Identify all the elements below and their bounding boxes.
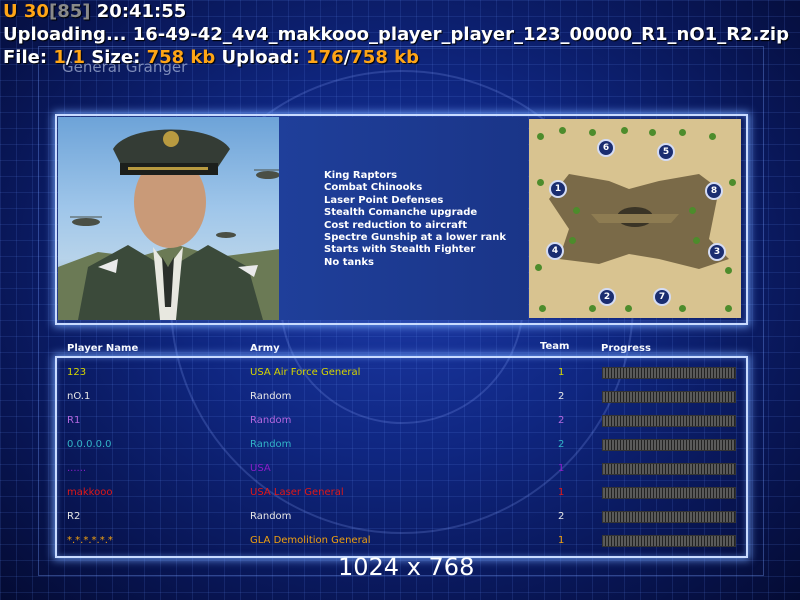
map-preview: 1 2 3 4 5 6 7 8 <box>529 119 741 318</box>
feature-item: Laser Point Defenses <box>324 194 444 206</box>
hud-size-value: 758 kb <box>146 47 216 68</box>
player-progress-bar <box>602 535 736 547</box>
hud-upload-line: Uploading... 16-49-42_4v4_makkooo_player… <box>3 24 789 45</box>
hud-file-label: File: <box>3 47 48 68</box>
start-position-3[interactable]: 3 <box>708 243 726 261</box>
player-team: 2 <box>558 511 565 522</box>
hud-clock: 20:41:55 <box>96 1 187 22</box>
hud-file-total: 1 <box>72 47 85 68</box>
player-row: 0.0.0.0.0 Random 2 <box>60 433 740 457</box>
column-header-player: Player Name <box>67 343 139 354</box>
start-position-7[interactable]: 7 <box>653 288 671 306</box>
start-position-8[interactable]: 8 <box>705 182 723 200</box>
player-name: makkooo <box>67 487 113 498</box>
feature-item: Cost reduction to aircraft <box>324 219 467 231</box>
player-row: R1 Random 2 <box>60 409 740 433</box>
player-army: Random <box>250 439 292 450</box>
player-name: *.*.*.*.*.* <box>67 535 113 546</box>
player-row: *.*.*.*.*.* GLA Demolition General 1 <box>60 529 740 553</box>
feature-item: King Raptors <box>324 170 398 181</box>
player-army: GLA Demolition General <box>250 535 371 546</box>
start-position-5[interactable]: 5 <box>657 143 675 161</box>
player-team: 1 <box>558 463 565 474</box>
hud-u-label: U <box>3 1 18 22</box>
feature-item: Spectre Gunship at a lower rank <box>324 232 507 244</box>
player-army: Random <box>250 415 292 426</box>
player-army: USA Air Force General <box>250 367 361 378</box>
player-progress-bar <box>602 463 736 475</box>
player-progress-bar <box>602 367 736 379</box>
map-terrain <box>529 119 741 318</box>
start-position-4[interactable]: 4 <box>546 242 564 260</box>
feature-item: Starts with Stealth Fighter <box>324 244 476 256</box>
hud-upload-total: 758 kb <box>350 47 419 68</box>
feature-item: Stealth Comanche upgrade <box>324 207 478 219</box>
player-name: R2 <box>67 511 81 522</box>
hud-file-line: File: 1/1 Size: 758 kb Upload: 176/758 k… <box>3 47 419 68</box>
player-name: 0.0.0.0.0 <box>67 439 112 450</box>
player-team: 1 <box>558 487 565 498</box>
general-portrait-art <box>58 129 280 320</box>
player-army: USA <box>250 463 271 474</box>
player-team: 2 <box>558 391 565 402</box>
hud-file-current: 1 <box>53 47 66 68</box>
player-row: nO.1 Random 2 <box>60 385 740 409</box>
resolution-label: 1024 x 768 <box>338 553 475 581</box>
player-name: R1 <box>67 415 81 426</box>
start-position-6[interactable]: 6 <box>597 139 615 157</box>
hud-upload-current: 176 <box>306 47 344 68</box>
hud-size-label: Size: <box>91 47 141 68</box>
player-row: ...... USA 1 <box>60 457 740 481</box>
feature-item: Combat Chinooks <box>324 182 423 194</box>
feature-item: No tanks <box>324 256 374 268</box>
hud-upload-label: Upload: <box>221 47 300 68</box>
player-team: 1 <box>558 367 565 378</box>
hud-fps: 30 <box>23 1 49 22</box>
player-army: Random <box>250 511 292 522</box>
column-header-progress: Progress <box>601 343 651 354</box>
hud-fps-limit: [85] <box>48 1 91 22</box>
player-row: makkooo USA Laser General 1 <box>60 481 740 505</box>
start-position-1[interactable]: 1 <box>549 180 567 198</box>
helicopter-icon <box>70 216 102 226</box>
player-army: USA Laser General <box>250 487 344 498</box>
player-row: 123 USA Air Force General 1 <box>60 361 740 385</box>
general-features-list: King Raptors Combat Chinooks Laser Point… <box>324 170 506 269</box>
player-progress-bar <box>602 415 736 427</box>
player-progress-bar <box>602 439 736 451</box>
column-header-army: Army <box>250 343 280 354</box>
start-position-2[interactable]: 2 <box>598 288 616 306</box>
player-name: 123 <box>67 367 87 378</box>
player-progress-bar <box>602 391 736 403</box>
player-team: 1 <box>558 535 565 546</box>
player-progress-bar <box>602 487 736 499</box>
player-team: 2 <box>558 439 565 450</box>
general-portrait <box>58 117 280 320</box>
player-name: nO.1 <box>67 391 91 402</box>
player-army: Random <box>250 391 292 402</box>
column-header-team: Team <box>540 341 570 352</box>
player-row: R2 Random 2 <box>60 505 740 529</box>
player-name: ...... <box>67 463 87 474</box>
player-progress-bar <box>602 511 736 523</box>
player-team: 2 <box>558 415 565 426</box>
hud-status-line: U 30[85] 20:41:55 <box>3 1 186 22</box>
